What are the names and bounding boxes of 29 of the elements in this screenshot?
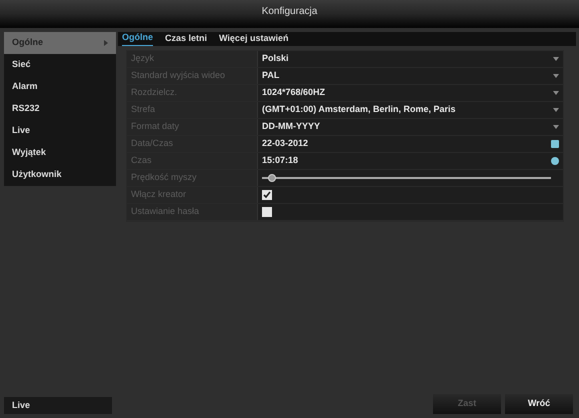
setting-value: 15:07:18 xyxy=(262,154,298,168)
setting-value: (GMT+01:00) Amsterdam, Berlin, Rome, Paris xyxy=(262,103,456,116)
setting-value: DD-MM-YYYY xyxy=(262,120,320,134)
sidebar-item[interactable]: RS232 xyxy=(4,98,116,120)
chevron-right-icon xyxy=(104,40,108,46)
dialog-button[interactable]: Wróć xyxy=(505,394,573,414)
dropdown-arrow-icon[interactable] xyxy=(553,74,559,78)
mouse-speed-slider[interactable] xyxy=(262,173,551,183)
checkbox[interactable] xyxy=(262,190,272,200)
setting-value: 22-03-2012 xyxy=(262,137,308,150)
tab[interactable]: Czas letni xyxy=(165,32,208,46)
window-title: Konfiguracja xyxy=(262,5,318,19)
sidebar-item[interactable]: Użytkownik xyxy=(4,164,116,186)
sidebar-item[interactable]: Wyjątek xyxy=(4,142,116,164)
sidebar-item[interactable]: Live xyxy=(4,120,116,142)
setting-value: 1024*768/60HZ xyxy=(262,86,326,100)
tab[interactable]: Ogólne xyxy=(122,30,153,46)
setting-value: PAL xyxy=(262,69,280,82)
checkbox[interactable] xyxy=(262,207,272,217)
live-view-button[interactable]: Live xyxy=(4,397,112,414)
dropdown-arrow-icon[interactable] xyxy=(553,57,559,61)
setting-value: Polski xyxy=(262,52,289,66)
dropdown-arrow-icon[interactable] xyxy=(553,91,559,95)
sidebar-item[interactable]: Sieć xyxy=(4,54,116,76)
clock-icon[interactable] xyxy=(551,157,559,165)
dropdown-arrow-icon[interactable] xyxy=(553,108,559,112)
tab[interactable]: Więcej ustawień xyxy=(219,32,288,46)
dropdown-arrow-icon[interactable] xyxy=(553,125,559,129)
sidebar-item[interactable]: Alarm xyxy=(4,76,116,98)
